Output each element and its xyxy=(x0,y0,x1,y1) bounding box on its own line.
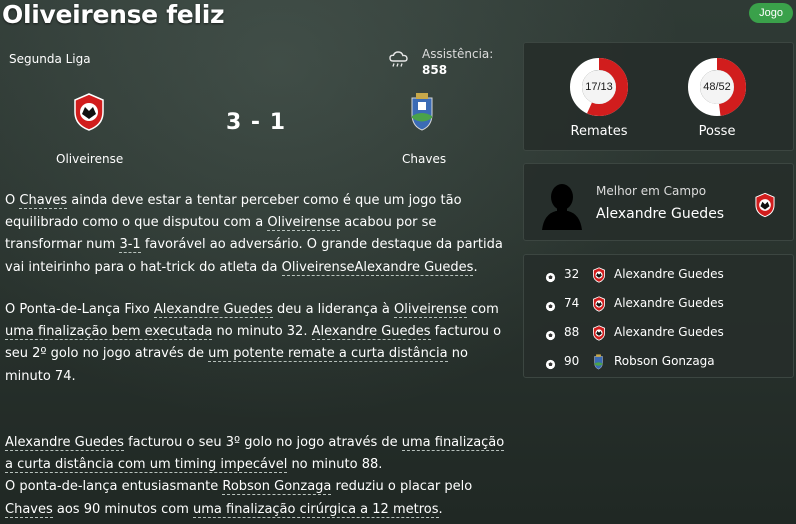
goal-row[interactable]: 74 Alexandre Guedes xyxy=(524,293,795,315)
report-link[interactable]: um potente remate a curta distância xyxy=(208,346,448,363)
shots-value: 17/13 xyxy=(585,81,613,93)
report-link[interactable]: Alexandre Guedes xyxy=(311,324,431,341)
football-icon xyxy=(545,355,556,374)
report-link[interactable]: Oliveirense xyxy=(394,302,467,318)
report-text: O ponta-de-lança entusiasmante xyxy=(5,479,223,495)
goal-scorer[interactable]: Alexandre Guedes xyxy=(614,325,724,339)
possession-label: Posse xyxy=(698,124,736,139)
goal-scorer[interactable]: Alexandre Guedes xyxy=(614,267,724,281)
away-team-crest[interactable] xyxy=(407,92,437,136)
shots-label: Remates xyxy=(570,124,628,139)
possession-donut[interactable]: 48/52 xyxy=(687,57,747,117)
report-text: aos 90 minutos com xyxy=(52,501,193,517)
home-team-name[interactable]: Oliveirense xyxy=(56,152,123,166)
report-link[interactable]: Alexandre Guedes xyxy=(153,302,273,318)
report-paragraph-3b: O ponta-de-lança entusiasmante Robson Go… xyxy=(5,476,510,520)
motm-title: Melhor em Campo xyxy=(596,184,707,198)
football-icon xyxy=(545,268,556,287)
goal-row[interactable]: 90 Robson Gonzaga xyxy=(524,351,795,373)
match-score: 3 - 1 xyxy=(225,110,287,135)
goal-minute: 90 xyxy=(564,354,580,368)
goal-team-crest xyxy=(592,354,605,374)
possession-value: 48/52 xyxy=(703,81,731,93)
goal-scorer[interactable]: Alexandre Guedes xyxy=(614,296,724,310)
stats-panel: 17/13 Remates 48/52 Posse xyxy=(523,42,794,151)
goal-scorer[interactable]: Robson Gonzaga xyxy=(614,354,715,368)
report-link[interactable]: uma finalização bem executada xyxy=(5,324,213,341)
report-link[interactable]: 3-1 xyxy=(119,237,141,254)
report-text: O Ponta-de-Lança Fixo xyxy=(5,302,154,317)
report-text: . xyxy=(438,501,443,517)
goal-row[interactable]: 32 Alexandre Guedes xyxy=(524,264,795,286)
report-paragraph-1: O Chaves ainda deve estar a tentar perce… xyxy=(5,190,510,279)
goal-minute: 88 xyxy=(564,325,580,339)
cloud-rain-icon xyxy=(388,50,410,74)
report-text: no minuto 32. xyxy=(212,324,312,340)
home-team-crest[interactable] xyxy=(72,92,106,136)
goals-panel: 32 Alexandre Guedes 74 Alexandre Guedes 88 Al… xyxy=(523,254,794,378)
report-text: facturou o seu 3º golo no jogo através d… xyxy=(123,435,402,450)
report-link[interactable]: uma finalização cirúrgica a 12 metros xyxy=(193,501,439,518)
man-of-the-match-panel[interactable]: Melhor em Campo Alexandre Guedes xyxy=(523,163,794,241)
report-text: com xyxy=(466,302,499,317)
report-paragraph-3: Alexandre Guedes facturou o seu 3º golo … xyxy=(5,432,510,521)
league-name[interactable]: Segunda Liga xyxy=(9,52,91,66)
goal-team-crest xyxy=(592,296,606,316)
football-icon xyxy=(545,297,556,316)
report-link[interactable]: Robson Gonzaga xyxy=(222,479,332,496)
away-team-name[interactable]: Chaves xyxy=(402,152,446,166)
player-silhouette-icon xyxy=(538,180,586,234)
goal-team-crest xyxy=(592,325,606,345)
shots-donut[interactable]: 17/13 xyxy=(569,57,629,117)
report-link[interactable]: Chaves xyxy=(5,501,53,518)
page-title: Oliveirense feliz xyxy=(2,0,225,29)
motm-player-name[interactable]: Alexandre Guedes xyxy=(596,206,724,222)
report-text: no minuto 88. xyxy=(287,457,383,473)
report-link[interactable]: Oliveirense xyxy=(267,215,341,232)
report-link[interactable]: OliveirenseAlexandre Guedes xyxy=(281,259,474,276)
report-text: reduziu o placar pelo xyxy=(331,479,473,495)
goal-minute: 74 xyxy=(564,296,580,310)
report-link[interactable]: Chaves xyxy=(19,193,68,209)
attendance-label: Assistência: xyxy=(422,47,494,61)
report-text: deu a liderança à xyxy=(272,302,395,317)
motm-team-crest xyxy=(754,192,776,222)
football-icon xyxy=(545,326,556,345)
goal-team-crest xyxy=(592,267,606,287)
report-text: . xyxy=(473,259,478,275)
report-paragraph-2: O Ponta-de-Lança Fixo Alexandre Guedes d… xyxy=(5,299,510,388)
report-text: O xyxy=(5,193,20,208)
report-paragraph-3a: Alexandre Guedes facturou o seu 3º golo … xyxy=(5,432,510,476)
match-badge[interactable]: Jogo xyxy=(749,3,793,23)
goal-minute: 32 xyxy=(564,267,580,281)
attendance-value: 858 xyxy=(422,63,448,77)
report-link[interactable]: Alexandre Guedes xyxy=(5,435,124,451)
goal-row[interactable]: 88 Alexandre Guedes xyxy=(524,322,795,344)
